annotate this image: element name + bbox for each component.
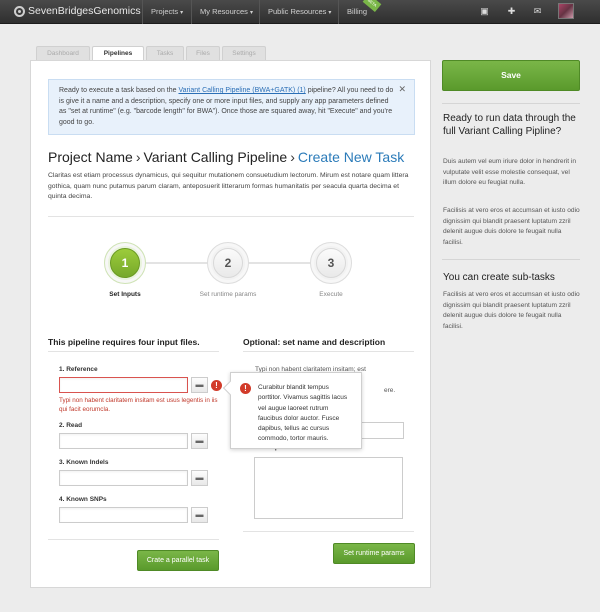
save-button[interactable]: Save bbox=[442, 60, 580, 91]
step-2-label: Set runtime params bbox=[199, 291, 257, 298]
nav-projects[interactable]: Projects ▾ bbox=[142, 0, 191, 24]
nav-projects-label: Projects bbox=[151, 7, 179, 16]
step-2[interactable]: 2 bbox=[207, 242, 249, 284]
logo-icon bbox=[14, 5, 25, 17]
description-textarea[interactable] bbox=[254, 457, 403, 519]
pipeline-link[interactable]: Variant Calling Pipeline (BWA+GATK) (1) bbox=[178, 87, 305, 94]
divider bbox=[442, 103, 580, 104]
error-icon: ! bbox=[240, 383, 251, 394]
nav-my-resources-label: My Resources bbox=[200, 7, 248, 16]
divider bbox=[48, 216, 414, 217]
tab-files[interactable]: Files bbox=[186, 46, 220, 60]
tooltip-text: Curabitur blandit tempus porttitor. Viva… bbox=[258, 384, 348, 443]
breadcrumb-separator: › bbox=[290, 149, 295, 165]
breadcrumb-separator: › bbox=[135, 149, 141, 165]
inputs-section-title: This pipeline requires four input files. bbox=[48, 337, 200, 347]
divider bbox=[48, 351, 219, 352]
presentation-icon[interactable]: ▣ bbox=[479, 6, 490, 17]
folder-icon[interactable]: ▬ bbox=[191, 470, 208, 486]
read-label: 2. Read bbox=[59, 422, 83, 429]
nav-public-resources[interactable]: Public Resources ▾ bbox=[259, 0, 339, 24]
sidebar-heading: You can create sub-tasks bbox=[443, 272, 555, 283]
task-name-input[interactable] bbox=[361, 422, 404, 439]
set-runtime-params-button[interactable]: Set runtime params bbox=[333, 543, 415, 564]
tab-settings[interactable]: Settings bbox=[222, 46, 266, 60]
step-1-number: 1 bbox=[110, 248, 140, 278]
sidebar-paragraph: Facilisis at vero eros et accumsan et iu… bbox=[443, 207, 580, 246]
page-title: Create New Task bbox=[297, 149, 405, 165]
close-icon[interactable]: ✕ bbox=[398, 84, 406, 95]
folder-icon[interactable]: ▬ bbox=[191, 433, 208, 449]
known-indels-label: 3. Known Indels bbox=[59, 459, 109, 466]
brand-logo[interactable]: SevenBridgesGenomics bbox=[14, 5, 141, 17]
chevron-down-icon: ▾ bbox=[249, 10, 253, 16]
step-3-number: 3 bbox=[316, 248, 346, 278]
create-parallel-task-button[interactable]: Crate a parallel task bbox=[137, 550, 219, 571]
reference-input[interactable] bbox=[59, 377, 188, 393]
known-snps-label: 4. Known SNPs bbox=[59, 496, 107, 503]
alert-text: Ready to execute a task based on the bbox=[59, 87, 179, 94]
breadcrumb: Project Name › Variant Calling Pipeline › Cr… bbox=[48, 149, 404, 165]
top-navbar: SevenBridgesGenomics Projects ▾ My Resour… bbox=[0, 0, 600, 24]
task-description: Claritas est etiam processus dynamicus, … bbox=[48, 172, 409, 200]
optional-hint-end: ere. bbox=[384, 387, 396, 394]
known-snps-input[interactable] bbox=[59, 507, 188, 523]
divider bbox=[243, 531, 414, 532]
step-1[interactable]: 1 bbox=[104, 242, 146, 284]
sidebar-paragraph: Facilisis at vero eros et accumsan et iu… bbox=[443, 291, 580, 330]
folder-icon[interactable]: ▬ bbox=[191, 377, 208, 393]
nav-public-resources-label: Public Resources bbox=[268, 7, 327, 16]
info-alert: Ready to execute a task based on the Var… bbox=[48, 79, 415, 135]
add-user-icon[interactable]: ✚ bbox=[506, 6, 517, 17]
chevron-down-icon: ▾ bbox=[328, 10, 332, 16]
tab-tasks[interactable]: Tasks bbox=[146, 46, 184, 60]
known-indels-input[interactable] bbox=[59, 470, 188, 486]
step-3[interactable]: 3 bbox=[310, 242, 352, 284]
nav-billing-label: Billing bbox=[347, 7, 368, 16]
step-3-label: Execute bbox=[319, 291, 343, 298]
step-2-number: 2 bbox=[213, 248, 243, 278]
tab-pipelines[interactable]: Pipelines bbox=[92, 46, 144, 61]
tooltip-arrow bbox=[222, 380, 238, 396]
logo-text: SevenBridgesGenomics bbox=[28, 5, 141, 17]
error-icon[interactable]: ! bbox=[211, 380, 222, 391]
main-panel: Ready to execute a task based on the Var… bbox=[30, 60, 431, 588]
mail-icon[interactable]: ✉ bbox=[532, 6, 543, 17]
read-input[interactable] bbox=[59, 433, 188, 449]
folder-icon[interactable]: ▬ bbox=[191, 507, 208, 523]
breadcrumb-project[interactable]: Project Name bbox=[48, 149, 133, 165]
divider bbox=[243, 351, 414, 352]
reference-error-message: Typi non habent claritatem insitam est u… bbox=[59, 397, 218, 413]
sidebar-paragraph: Duis autem vel eum iriure dolor in hendr… bbox=[443, 158, 577, 186]
tab-dashboard[interactable]: Dashboard bbox=[36, 46, 90, 60]
divider bbox=[442, 259, 580, 260]
optional-section-title: Optional: set name and description bbox=[243, 337, 386, 347]
divider bbox=[48, 539, 219, 540]
breadcrumb-pipeline[interactable]: Variant Calling Pipeline bbox=[143, 149, 287, 165]
chevron-down-icon: ▾ bbox=[180, 10, 184, 16]
nav-my-resources[interactable]: My Resources ▾ bbox=[191, 0, 261, 24]
avatar[interactable] bbox=[558, 3, 574, 19]
error-tooltip: ! Curabitur blandit tempus porttitor. Vi… bbox=[222, 372, 362, 449]
sidebar-heading: Ready to run data through the full Varia… bbox=[443, 113, 576, 137]
reference-label: 1. Reference bbox=[59, 366, 98, 373]
step-1-label: Set Inputs bbox=[109, 291, 141, 298]
